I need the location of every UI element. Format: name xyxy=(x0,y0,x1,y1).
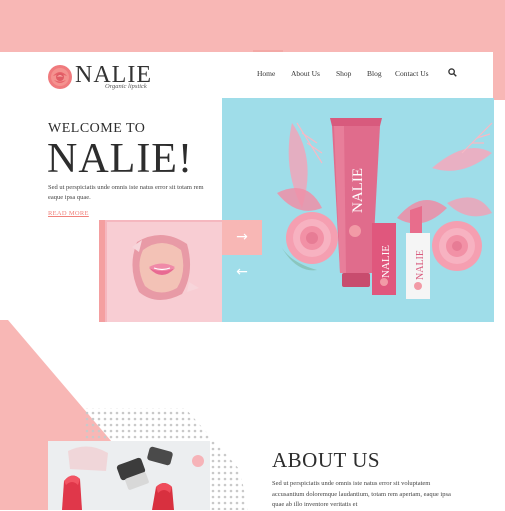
nav-item-contact-us[interactable]: Contact Us xyxy=(395,69,429,78)
nav-item-about-us[interactable]: About Us xyxy=(291,69,320,78)
top-band xyxy=(0,0,505,52)
rose-logo-icon xyxy=(48,65,72,89)
lips-illustration xyxy=(132,234,199,301)
logo-tagline: Organic lipstick xyxy=(105,83,147,90)
product-illustration: NALIE NALIE NALIE xyxy=(277,118,493,299)
arrow-left-icon: ← xyxy=(236,264,248,280)
hero-title: NALIE! xyxy=(47,136,193,182)
right-band xyxy=(493,52,505,100)
nav-item-home[interactable]: Home xyxy=(257,69,275,78)
slider-panel-edge xyxy=(99,220,105,322)
search-icon[interactable] xyxy=(448,68,457,77)
svg-text:NALIE: NALIE xyxy=(380,245,392,278)
read-more-link[interactable]: READ MORE xyxy=(48,210,89,217)
about-image xyxy=(48,441,210,510)
nav-item-shop[interactable]: Shop xyxy=(336,69,351,78)
svg-text:NALIE: NALIE xyxy=(415,250,426,280)
lipsticks-illustration xyxy=(48,441,210,510)
about-description: Sed ut perspiciatis unde omnis iste natu… xyxy=(272,480,451,508)
slider-lips-image[interactable] xyxy=(107,222,222,322)
arrow-right-icon: → xyxy=(236,229,248,245)
slider-next-button[interactable]: → xyxy=(222,220,262,255)
nav-item-blog[interactable]: Blog xyxy=(367,69,382,78)
about-title: ABOUT US xyxy=(272,448,381,472)
hero-description: Sed ut perspiciatis unde omnis iste natu… xyxy=(48,184,204,201)
tube-brand-text: NALIE xyxy=(350,168,366,213)
hero-product-image: NALIE NALIE NALIE xyxy=(222,98,494,322)
site-logo[interactable]: NALIE Organic lipstick xyxy=(47,62,157,94)
slider-prev-button[interactable]: ← xyxy=(222,255,262,290)
